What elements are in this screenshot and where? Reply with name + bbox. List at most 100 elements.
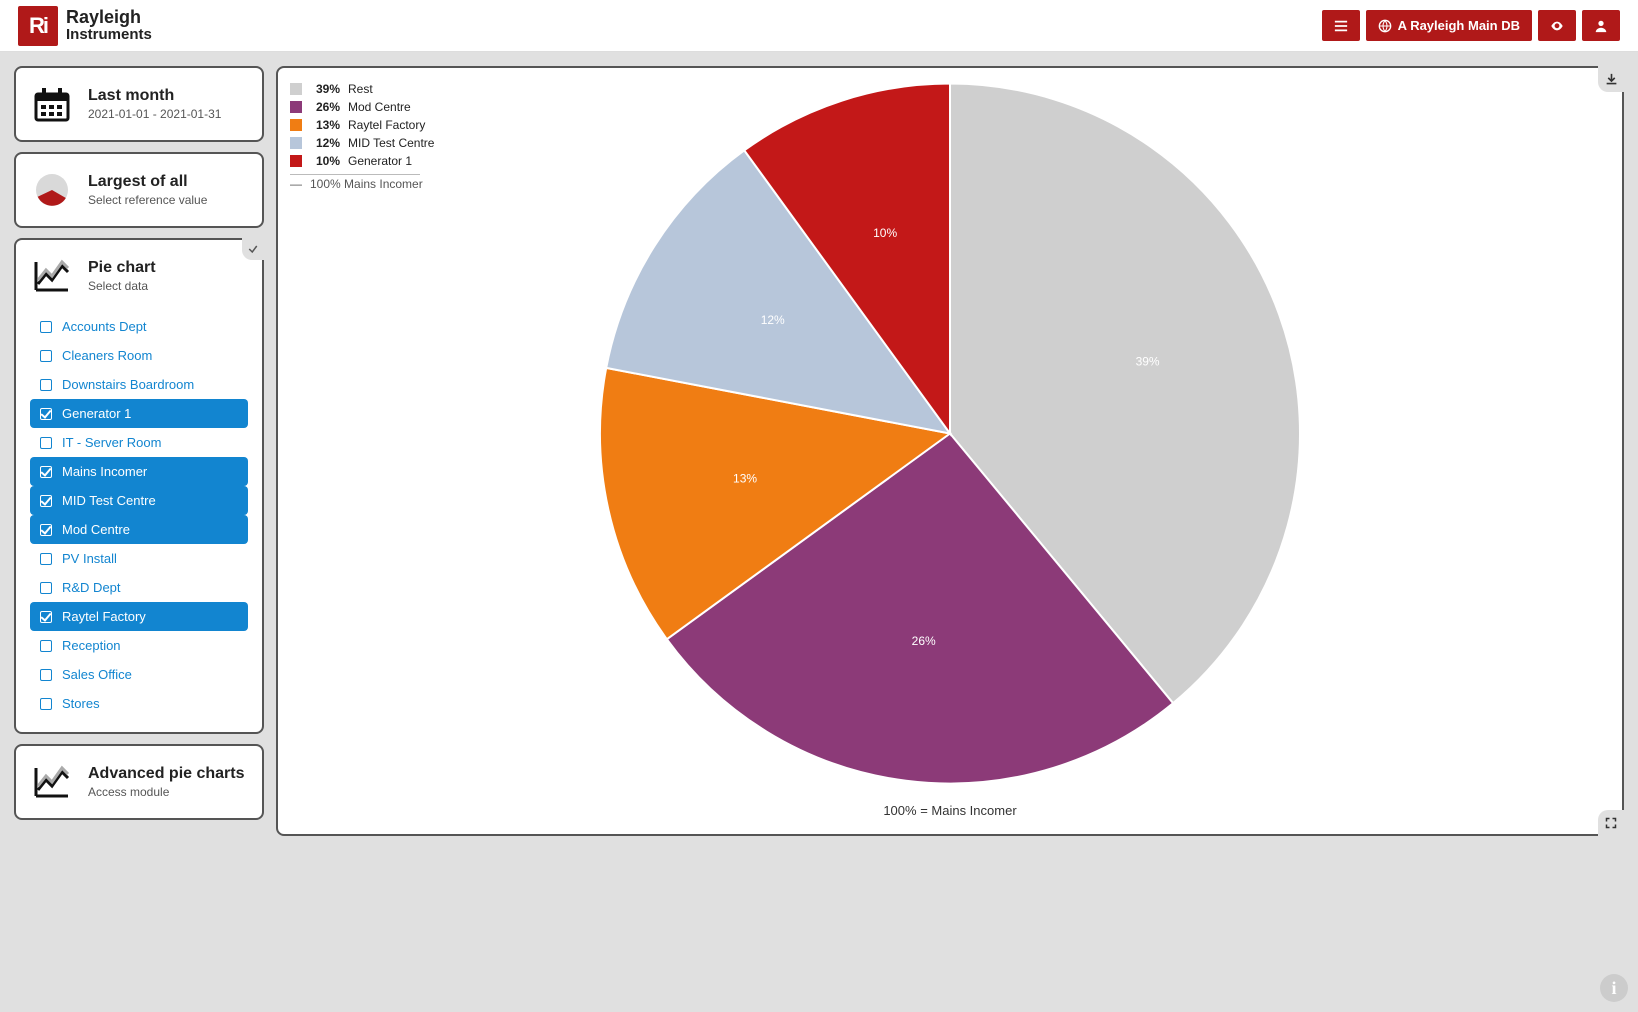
date-range-title: Last month	[88, 87, 221, 105]
checkbox-icon	[40, 379, 52, 391]
chart-legend: 39%Rest26%Mod Centre13%Raytel Factory12%…	[290, 80, 434, 191]
brand-text: Rayleigh Instruments	[66, 8, 152, 44]
legend-swatch	[290, 155, 302, 167]
legend-ref-label: 100% Mains Incomer	[310, 177, 423, 191]
data-item-downstairs-boardroom[interactable]: Downstairs Boardroom	[30, 370, 248, 399]
legend-swatch	[290, 101, 302, 113]
db-selector-label: A Rayleigh Main DB	[1398, 18, 1520, 33]
topbar: Ri Rayleigh Instruments A Rayleigh Main …	[0, 0, 1638, 52]
reference-sub: Select reference value	[88, 193, 207, 207]
pie-slice-label: 10%	[873, 226, 897, 240]
globe-icon	[1378, 19, 1392, 33]
data-item-reception[interactable]: Reception	[30, 631, 248, 660]
checkbox-icon	[40, 582, 52, 594]
checkbox-icon	[40, 640, 52, 652]
data-item-generator-1[interactable]: Generator 1	[30, 399, 248, 428]
data-item-it-server-room[interactable]: IT - Server Room	[30, 428, 248, 457]
advanced-sub: Access module	[88, 785, 245, 799]
date-range-sub: 2021-01-01 - 2021-01-31	[88, 107, 221, 121]
info-button[interactable]: i	[1600, 974, 1628, 1002]
checkbox-icon	[40, 321, 52, 333]
reference-card[interactable]: Largest of all Select reference value	[14, 152, 264, 228]
data-item-stores[interactable]: Stores	[30, 689, 248, 718]
data-item-label: Raytel Factory	[62, 609, 146, 624]
legend-row[interactable]: 39% Rest	[290, 80, 434, 98]
legend-label: Raytel Factory	[348, 118, 425, 132]
legend-row[interactable]: 26%Mod Centre	[290, 98, 434, 116]
data-item-label: Accounts Dept	[62, 319, 147, 334]
data-item-r-d-dept[interactable]: R&D Dept	[30, 573, 248, 602]
legend-ref-dash: —	[290, 177, 302, 191]
data-item-label: PV Install	[62, 551, 117, 566]
chart-card: 39%Rest26%Mod Centre13%Raytel Factory12%…	[276, 66, 1624, 836]
legend-row[interactable]: 13%Raytel Factory	[290, 116, 434, 134]
data-item-sales-office[interactable]: Sales Office	[30, 660, 248, 689]
pie-slice-label: 13%	[733, 471, 757, 485]
card-check-badge	[242, 238, 264, 260]
list-icon	[1334, 19, 1348, 33]
data-item-label: Generator 1	[62, 406, 131, 421]
legend-pct: 12%	[310, 136, 340, 150]
brand-logo: Ri Rayleigh Instruments	[18, 6, 152, 46]
data-item-mains-incomer[interactable]: Mains Incomer	[30, 457, 248, 486]
data-item-label: Sales Office	[62, 667, 132, 682]
download-chart-button[interactable]	[1598, 66, 1624, 92]
pie-card-title: Pie chart	[88, 259, 156, 277]
legend-label: Mod Centre	[348, 100, 411, 114]
brand-mark: Ri	[18, 6, 58, 46]
expand-icon	[1605, 817, 1617, 829]
pie-mini-icon	[30, 168, 74, 212]
checkbox-icon	[40, 495, 52, 507]
data-item-label: Reception	[62, 638, 121, 653]
checkbox-icon	[40, 611, 52, 623]
data-selector-list: Accounts Dept Cleaners Room Downstairs Boa…	[30, 312, 248, 718]
download-icon	[1605, 73, 1618, 86]
legend-pct: 10%	[310, 154, 340, 168]
legend-label: MID Test Centre	[348, 136, 434, 150]
sidebar: Last month 2021-01-01 - 2021-01-31 Large…	[14, 66, 264, 836]
page-body: Last month 2021-01-01 - 2021-01-31 Large…	[0, 52, 1638, 850]
legend-pct: 39%	[310, 82, 340, 96]
data-item-raytel-factory[interactable]: Raytel Factory	[30, 602, 248, 631]
line-chart-icon	[30, 254, 74, 298]
legend-swatch	[290, 137, 302, 149]
advanced-pie-card[interactable]: Advanced pie charts Access module	[14, 744, 264, 820]
chart-caption: 100% = Mains Incomer	[278, 803, 1622, 818]
pie-chart: 39%26%13%12%10%	[595, 78, 1305, 793]
checkbox-icon	[40, 437, 52, 449]
data-item-label: Stores	[62, 696, 100, 711]
data-item-label: Mod Centre	[62, 522, 130, 537]
data-item-accounts-dept[interactable]: Accounts Dept	[30, 312, 248, 341]
legend-separator	[290, 174, 420, 175]
calendar-icon	[30, 82, 74, 126]
checkbox-icon	[40, 669, 52, 681]
pie-data-card: Pie chart Select data Accounts DeptClean…	[14, 238, 264, 734]
data-item-cleaners-room[interactable]: Cleaners Room	[30, 341, 248, 370]
user-icon	[1594, 19, 1608, 33]
brand-line1: Rayleigh	[66, 7, 141, 27]
user-button[interactable]	[1582, 10, 1620, 41]
data-item-label: Cleaners Room	[62, 348, 152, 363]
legend-row[interactable]: 12% MID Test Centre	[290, 134, 434, 152]
eye-icon	[1550, 19, 1564, 33]
checkbox-icon	[40, 553, 52, 565]
advanced-title: Advanced pie charts	[88, 765, 245, 783]
line-chart-icon	[30, 760, 74, 804]
data-item-mod-centre[interactable]: Mod Centre	[30, 515, 248, 544]
db-selector-button[interactable]: A Rayleigh Main DB	[1366, 10, 1532, 41]
checkbox-icon	[40, 408, 52, 420]
data-item-pv-install[interactable]: PV Install	[30, 544, 248, 573]
date-range-card[interactable]: Last month 2021-01-01 - 2021-01-31	[14, 66, 264, 142]
data-item-label: Mains Incomer	[62, 464, 147, 479]
legend-swatch	[290, 119, 302, 131]
legend-row[interactable]: 10%Generator 1	[290, 152, 434, 170]
legend-label: Rest	[348, 82, 373, 96]
list-view-button[interactable]	[1322, 10, 1360, 41]
checkbox-icon	[40, 350, 52, 362]
topbar-actions: A Rayleigh Main DB	[1322, 10, 1620, 41]
checkbox-icon	[40, 466, 52, 478]
view-button[interactable]	[1538, 10, 1576, 41]
data-item-label: R&D Dept	[62, 580, 121, 595]
checkbox-icon	[40, 698, 52, 710]
data-item-mid-test-centre[interactable]: MID Test Centre	[30, 486, 248, 515]
